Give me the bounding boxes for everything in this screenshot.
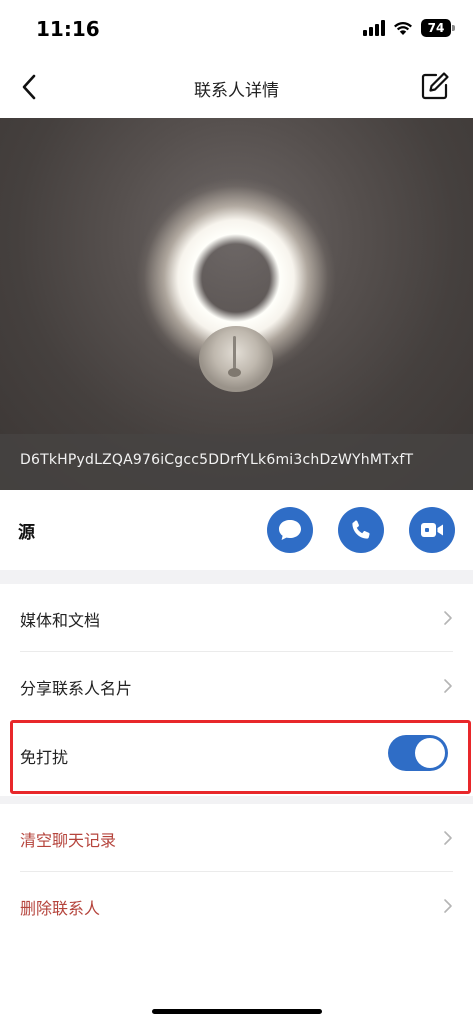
delete-contact-label: 删除联系人 [20, 899, 101, 918]
phone-icon [352, 520, 370, 539]
status-indicators: 74 [363, 19, 455, 37]
chevron-right-icon [444, 611, 452, 625]
contact-photo: D6TkHPydLZQA976iCgcc5DDrfYLk6mi3chDzWYhM… [0, 118, 473, 490]
video-call-button[interactable] [409, 507, 455, 553]
video-camera-icon [421, 523, 443, 537]
chevron-right-icon [444, 679, 452, 693]
media-and-docs-row[interactable]: 媒体和文档 [0, 584, 473, 652]
call-button[interactable] [338, 507, 384, 553]
message-button[interactable] [267, 507, 313, 553]
battery-icon: 74 [421, 19, 455, 37]
delete-contact-row[interactable]: 删除联系人 [0, 872, 473, 940]
page-title: 联系人详情 [194, 81, 279, 101]
section-separator [0, 570, 473, 584]
share-contact-card-label: 分享联系人名片 [20, 679, 133, 698]
media-and-docs-label: 媒体和文档 [20, 611, 101, 630]
lamp-knob [228, 368, 241, 377]
contact-details-screen: 11:16 74 联系人详情 D6TkHPydLZQA976iCgcc5DDrf… [0, 0, 473, 1024]
highlight-box [10, 720, 471, 794]
edit-icon [421, 72, 449, 100]
contact-name: 源 [18, 523, 35, 543]
clear-chat-history-label: 清空聊天记录 [20, 831, 117, 850]
share-contact-card-row[interactable]: 分享联系人名片 [0, 652, 473, 720]
edit-button[interactable] [417, 68, 453, 104]
status-bar: 11:16 74 [0, 0, 473, 60]
cellular-signal-icon [363, 20, 385, 36]
contact-id-overlay: D6TkHPydLZQA976iCgcc5DDrfYLk6mi3chDzWYhM… [0, 434, 473, 490]
clear-chat-history-row[interactable]: 清空聊天记录 [0, 804, 473, 872]
chevron-right-icon [444, 899, 452, 913]
status-time: 11:16 [36, 17, 100, 41]
chat-bubble-icon [279, 520, 301, 540]
contact-header: 源 [0, 490, 473, 570]
nav-bar: 联系人详情 [0, 60, 473, 118]
wifi-icon [393, 20, 413, 36]
contact-id: D6TkHPydLZQA976iCgcc5DDrfYLk6mi3chDzWYhM… [20, 452, 414, 468]
lamp-fixture [199, 326, 273, 392]
chevron-right-icon [444, 831, 452, 845]
lamp-cord [233, 336, 236, 370]
home-indicator[interactable] [152, 1009, 322, 1014]
battery-level: 74 [427, 21, 445, 35]
